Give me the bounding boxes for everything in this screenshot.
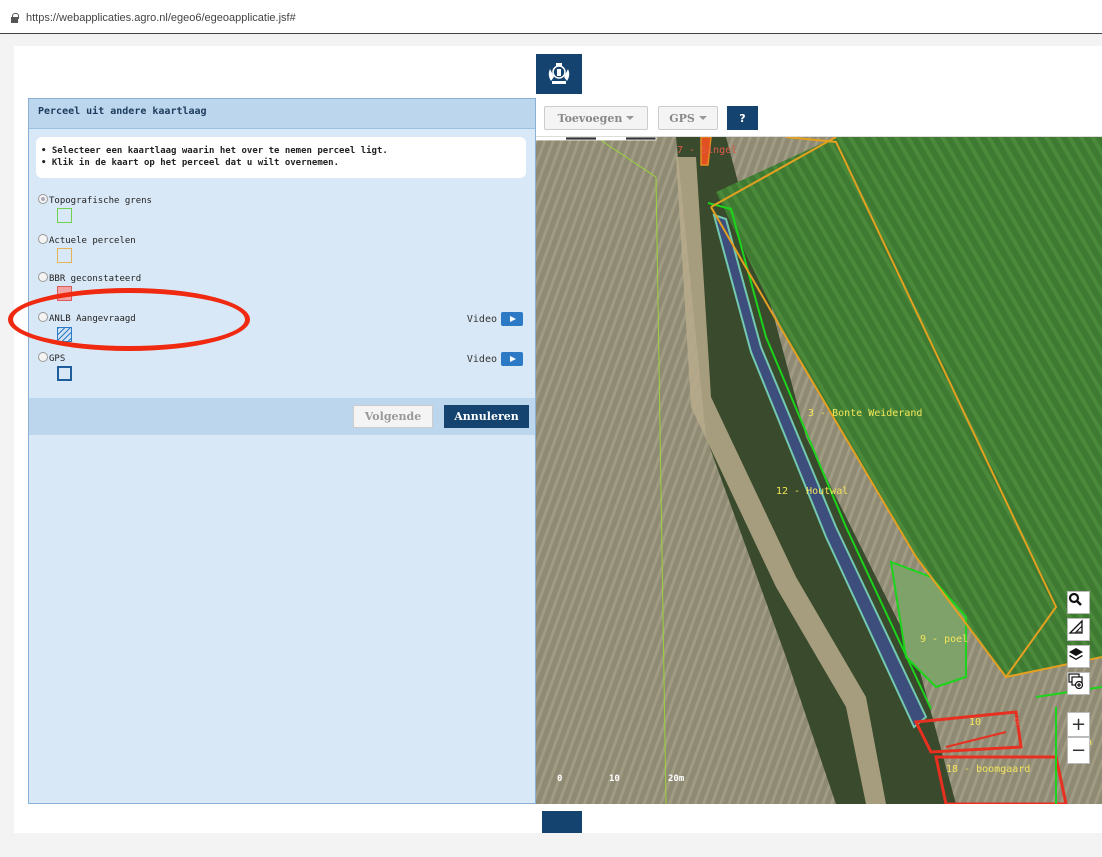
topografische-grens-swatch bbox=[57, 208, 72, 223]
option-label: Actuele percelen bbox=[49, 236, 136, 246]
option-label: Topografische grens bbox=[49, 196, 152, 206]
page-margin-top bbox=[0, 34, 1102, 46]
scale-label-0: 0 bbox=[557, 774, 563, 784]
video-gps-button[interactable]: Video bbox=[467, 352, 523, 366]
instructions-box: Selecteer een kaartlaag waarin het over … bbox=[36, 137, 526, 178]
option-label: BBR geconstateerd bbox=[49, 274, 142, 284]
ruler-triangle-icon bbox=[1068, 619, 1083, 634]
option-bbr-geconstateerd[interactable]: BBR geconstateerd bbox=[38, 272, 141, 284]
video-label: Video bbox=[466, 353, 497, 365]
map-toolbar: Toevoegen GPS ? bbox=[536, 98, 1102, 137]
button-bar: Volgende Annuleren bbox=[29, 398, 535, 435]
add-layer-button[interactable] bbox=[1067, 672, 1090, 695]
rijksoverheid-logo bbox=[536, 54, 582, 94]
radio-bbr-geconstateerd[interactable] bbox=[38, 272, 48, 282]
map-label-bonte-weiderand: 3 - Bonte Weiderand bbox=[808, 408, 923, 419]
chevron-down-icon bbox=[698, 116, 707, 120]
chevron-down-icon bbox=[626, 116, 635, 120]
lock-icon bbox=[11, 13, 19, 23]
magnifier-icon bbox=[1068, 592, 1082, 606]
annotation-oval bbox=[8, 288, 250, 351]
option-gps[interactable]: GPS bbox=[38, 352, 65, 364]
play-icon[interactable] bbox=[501, 352, 523, 366]
map-label-houtwal: 12 - Houtwal bbox=[776, 486, 849, 497]
map-label-10: 10 bbox=[969, 717, 982, 728]
scale-label-10: 10 bbox=[609, 774, 620, 784]
url-text[interactable]: https://webapplicaties.agro.nl/egeo6/ege… bbox=[26, 12, 296, 24]
address-bar[interactable]: https://webapplicaties.agro.nl/egeo6/ege… bbox=[0, 0, 1102, 34]
scale-bar bbox=[536, 137, 657, 141]
zoom-out-button[interactable]: − bbox=[1067, 737, 1090, 764]
option-actuele-percelen[interactable]: Actuele percelen bbox=[38, 234, 136, 246]
layers-icon bbox=[1069, 648, 1083, 660]
footer-block bbox=[542, 811, 582, 833]
zoom-search-button[interactable] bbox=[1067, 591, 1090, 614]
gps-dropdown-button[interactable]: GPS bbox=[658, 106, 718, 130]
map-label-boomgaard: 18 - boomgaard bbox=[946, 764, 1031, 775]
page-margin-left bbox=[0, 46, 14, 836]
map-view[interactable]: 7 - Singel 3 - Bonte Weiderand 12 - Hout… bbox=[536, 137, 1102, 804]
next-button[interactable]: Volgende bbox=[353, 405, 433, 428]
option-label: GPS bbox=[49, 354, 66, 364]
radio-topografische-grens[interactable] bbox=[38, 194, 48, 204]
add-layer-icon bbox=[1068, 673, 1084, 689]
help-button[interactable]: ? bbox=[727, 106, 758, 130]
play-icon[interactable] bbox=[501, 312, 523, 326]
radio-gps[interactable] bbox=[38, 352, 48, 362]
instruction-item: Klik in de kaart op het perceel dat u wi… bbox=[41, 157, 526, 169]
cancel-button[interactable]: Annuleren bbox=[444, 405, 529, 428]
coat-of-arms-icon bbox=[548, 63, 570, 84]
add-dropdown-button[interactable]: Toevoegen bbox=[544, 106, 648, 130]
panel-title: Perceel uit andere kaartlaag bbox=[29, 99, 535, 129]
gps-swatch bbox=[57, 366, 72, 381]
gps-label: GPS bbox=[669, 111, 695, 125]
instruction-item: Selecteer een kaartlaag waarin het over … bbox=[41, 145, 526, 157]
zoom-in-button[interactable]: + bbox=[1067, 712, 1090, 737]
actuele-percelen-swatch bbox=[57, 248, 72, 263]
map-label-singel: 7 - Singel bbox=[677, 145, 738, 156]
layers-button[interactable] bbox=[1067, 645, 1090, 668]
measure-button[interactable] bbox=[1067, 618, 1090, 641]
radio-actuele-percelen[interactable] bbox=[38, 234, 48, 244]
map-label-poel: 9 - poel bbox=[920, 634, 969, 645]
map-label-9: 9 bbox=[1014, 717, 1021, 728]
page-margin-bottom bbox=[0, 833, 1102, 857]
scale-label-20: 20m bbox=[668, 774, 685, 784]
aerial-map-image bbox=[536, 137, 1102, 804]
video-label: Video bbox=[466, 313, 497, 325]
add-label: Toevoegen bbox=[557, 111, 623, 125]
layer-panel: Perceel uit andere kaartlaag Selecteer e… bbox=[28, 98, 536, 804]
video-anlb-button[interactable]: Video bbox=[467, 312, 523, 326]
option-topografische-grens[interactable]: Topografische grens bbox=[38, 194, 152, 206]
